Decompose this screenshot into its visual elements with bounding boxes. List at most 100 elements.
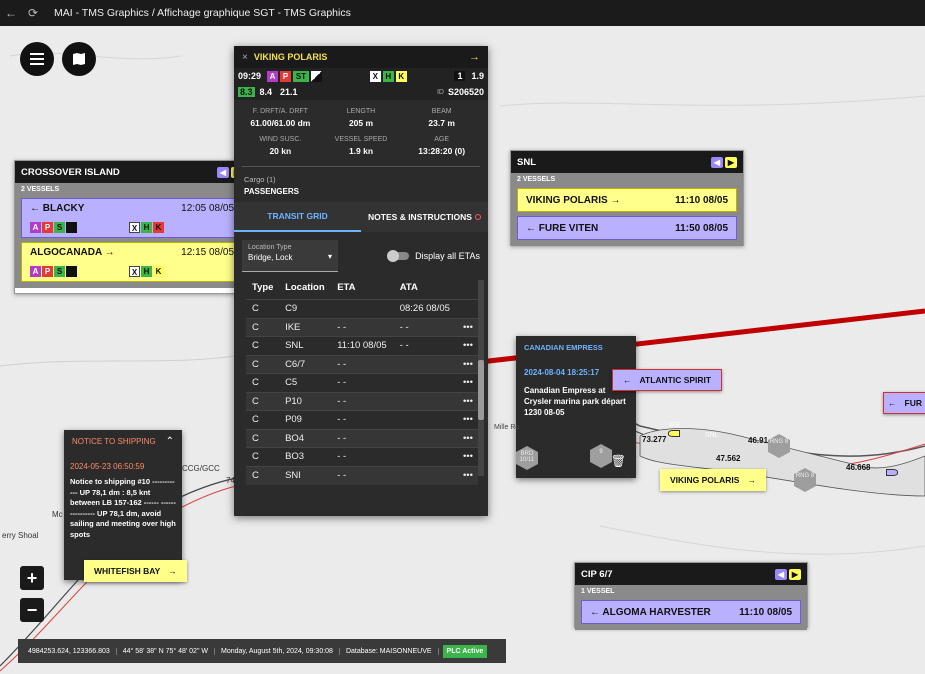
more-icon[interactable]: ••• <box>456 428 478 448</box>
stat-label: WIND SUSC. <box>259 136 302 143</box>
badge-half <box>311 70 323 82</box>
badge-st: ST <box>293 70 310 82</box>
table-row[interactable]: C BO3- - ••• <box>246 447 478 466</box>
cell-eta: 11:10 08/05 <box>331 336 394 355</box>
left-arrow-icon[interactable]: ◀ <box>217 166 229 178</box>
menu-button[interactable] <box>20 42 54 76</box>
left-arrow-icon[interactable]: ◀ <box>775 568 787 580</box>
cell-location: P09 <box>279 410 332 429</box>
col-location[interactable]: Location <box>279 276 331 300</box>
col-eta[interactable]: ETA <box>331 276 394 300</box>
status-bar: 4984253.624, 123366.803 44° 58' 38" N 75… <box>18 639 506 663</box>
right-arrow-icon[interactable]: ▶ <box>725 156 737 168</box>
table-scrollbar[interactable] <box>478 280 484 476</box>
col-type[interactable]: Type <box>246 276 279 300</box>
more-icon[interactable]: ••• <box>456 354 478 374</box>
more-icon[interactable]: ••• <box>456 465 478 485</box>
more-icon[interactable]: ••• <box>456 391 478 411</box>
vessel-row-algoma-harvester[interactable]: ← ALGOMA HARVESTER 11:10 08/05 <box>581 600 801 624</box>
tab-notes[interactable]: NOTES & INSTRUCTIONS <box>361 202 488 232</box>
more-icon[interactable]: ••• <box>456 336 478 355</box>
notice-text: Notice to shipping #10 ------------ UP 7… <box>70 477 176 539</box>
cell-eta: - - <box>331 391 394 411</box>
cell-type: C <box>246 317 280 337</box>
cell-type: C <box>246 373 280 392</box>
chip-label: WHITEFISH BAY <box>94 566 161 576</box>
vessel-row-fure-viten[interactable]: ← FURE VITEN 11:50 08/05 <box>517 216 737 240</box>
fure-viten-chip[interactable]: ← FUR <box>883 392 925 414</box>
notice-title: NOTICE TO SHIPPING <box>72 436 156 446</box>
vessel-marker-icon[interactable] <box>668 430 680 437</box>
badge-a: A <box>267 70 279 82</box>
plc-status-badge: PLC Active <box>442 644 488 658</box>
left-arrow-icon: ← <box>623 375 632 385</box>
table-row[interactable]: C C9 08:26 08/05 <box>246 299 478 318</box>
status-latlon: 44° 58' 38" N 75° 48' 02" W <box>117 647 215 655</box>
vessel-name: ALGOCANADA → <box>30 247 115 258</box>
close-icon[interactable]: × <box>242 52 248 63</box>
table-row[interactable]: C SNI - - ••• <box>246 465 478 485</box>
table-row[interactable]: C P10- - ••• <box>246 391 478 411</box>
id-value: S206520 <box>447 87 484 97</box>
stat-label: BEAM <box>431 108 452 115</box>
more-icon[interactable]: ••• <box>456 317 478 337</box>
viking-polaris-chip[interactable]: VIKING POLARIS → <box>660 469 766 491</box>
map-layers-button[interactable] <box>62 42 96 76</box>
refresh-icon[interactable]: ⟳ <box>22 6 44 20</box>
cell-eta: - - <box>331 354 394 374</box>
right-arrow-icon: → <box>747 475 756 485</box>
panel-title: CIP 6/7 <box>581 568 613 580</box>
crossover-island-panel: CROSSOVER ISLAND ◀▶ 2 VESSELS ← BLACKY 1… <box>14 160 250 294</box>
detail-row2-a: 8.3 <box>238 87 255 97</box>
cell-location: SNL <box>279 336 332 355</box>
cell-eta: - - <box>331 410 394 429</box>
panel-header: CROSSOVER ISLAND ◀▶ <box>15 161 249 183</box>
whitefish-bay-chip[interactable]: WHITEFISH BAY → <box>84 560 187 582</box>
vessel-marker-icon[interactable] <box>886 469 898 476</box>
more-icon[interactable]: ••• <box>456 373 478 392</box>
zoom-out-button[interactable]: − <box>20 598 44 622</box>
badge-k: K <box>395 70 407 82</box>
cell-eta: - - <box>331 465 394 485</box>
chip-label: VIKING POLARIS <box>670 475 740 485</box>
more-icon[interactable]: ••• <box>456 447 478 466</box>
table-row[interactable]: C C6/7- - ••• <box>246 354 478 374</box>
vessel-row-viking-polaris[interactable]: VIKING POLARIS → 11:10 08/05 <box>517 188 737 212</box>
vessel-count: 2 VESSELS <box>15 183 249 196</box>
notification-dot-icon <box>474 214 481 220</box>
table-row[interactable]: C BO4- - ••• <box>246 428 478 448</box>
left-arrow-icon[interactable]: ◀ <box>711 156 723 168</box>
more-icon[interactable]: ••• <box>456 410 478 429</box>
stat-label: F. DRFT/A. DRFT <box>252 108 308 115</box>
vessel-name: VIKING POLARIS <box>253 52 328 62</box>
vessel-time: 12:05 08/05 <box>181 203 234 214</box>
col-ata[interactable]: ATA <box>394 276 457 300</box>
detail-row2-c: 21.1 <box>280 87 298 97</box>
location-type-select[interactable]: Location Type Bridge, Lock ▾ <box>242 240 338 272</box>
direction-arrow-icon: → <box>469 51 480 63</box>
stat-value: 13:28:20 (0) <box>418 146 466 156</box>
cell-location: C6/7 <box>279 354 332 374</box>
right-arrow-icon: → <box>168 566 177 576</box>
cell-eta: - - <box>331 447 394 466</box>
right-arrow-icon[interactable]: ▶ <box>789 568 801 580</box>
table-row[interactable]: C P09- - ••• <box>246 410 478 429</box>
vessel-row-algocanada[interactable]: ALGOCANADA → 12:15 08/05 APS XHK <box>21 242 243 282</box>
table-row[interactable]: C IKE - -- - ••• <box>246 317 478 337</box>
atlantic-spirit-chip[interactable]: ← ATLANTIC SPIRIT <box>612 369 723 391</box>
back-icon[interactable]: ← <box>0 6 22 20</box>
display-all-toggle[interactable] <box>387 250 410 262</box>
cell-eta: - - <box>331 373 394 392</box>
vessel-row-blacky[interactable]: ← BLACKY 12:05 08/05 APS XHK <box>21 198 243 238</box>
delete-icon[interactable]: 🗑 <box>611 454 626 468</box>
marker-label: RNG 8 <box>769 439 789 445</box>
panel-title: CROSSOVER ISLAND <box>21 166 120 178</box>
table-row[interactable]: C SNL 11:10 08/05- - ••• <box>246 336 478 355</box>
table-row[interactable]: C C5- - ••• <box>246 373 478 392</box>
cell-ata <box>393 410 457 429</box>
zoom-in-button[interactable]: + <box>20 566 44 590</box>
panel-title: SNL <box>517 156 536 168</box>
collapse-icon[interactable]: ⌃ <box>166 436 174 447</box>
tab-transit-grid[interactable]: TRANSIT GRID <box>234 202 361 232</box>
detail-num1: 1 <box>454 71 466 81</box>
